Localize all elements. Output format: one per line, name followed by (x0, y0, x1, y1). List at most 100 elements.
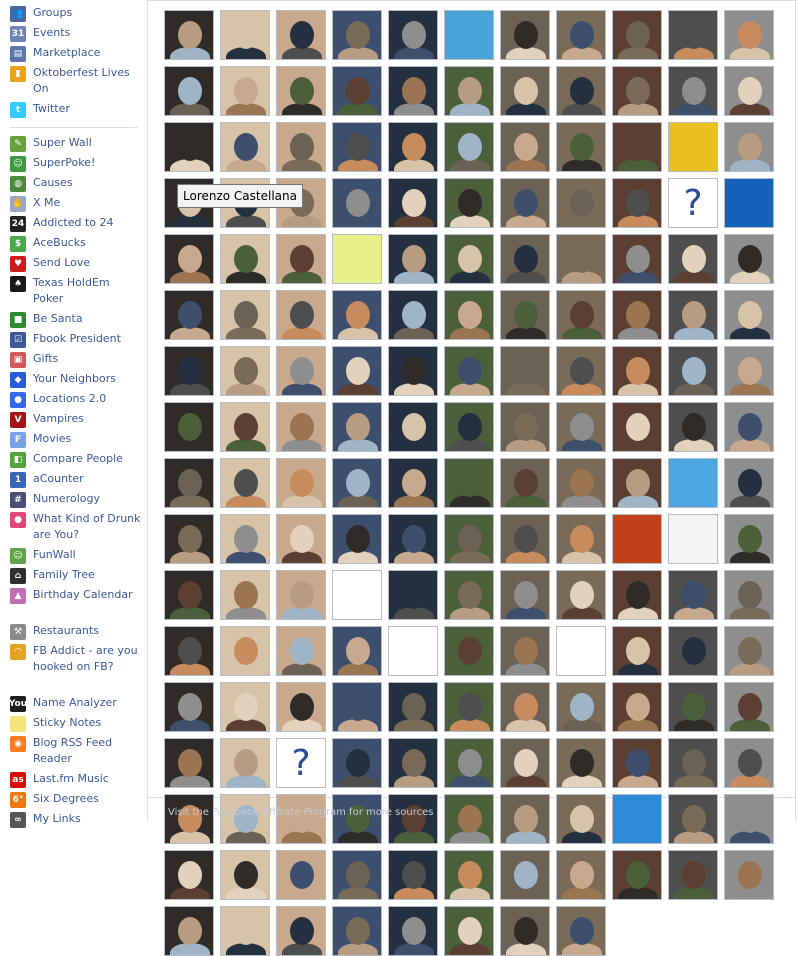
friend-photo[interactable] (556, 738, 606, 788)
friend-photo[interactable] (332, 626, 382, 676)
friend-photo[interactable] (724, 66, 774, 116)
friend-photo[interactable] (164, 738, 214, 788)
friend-photo[interactable] (444, 570, 494, 620)
friend-photo[interactable] (220, 234, 270, 284)
friend-photo-graphic[interactable] (332, 570, 382, 620)
friend-photo[interactable] (500, 850, 550, 900)
friend-photo[interactable] (556, 234, 606, 284)
friend-photo-graphic[interactable] (332, 234, 382, 284)
friend-photo[interactable] (556, 794, 606, 844)
friend-photo[interactable] (220, 122, 270, 172)
friend-photo[interactable] (556, 10, 606, 60)
friend-photo[interactable] (612, 626, 662, 676)
friend-photo[interactable] (388, 906, 438, 956)
friend-photo[interactable] (500, 122, 550, 172)
friend-photo[interactable] (724, 458, 774, 508)
friend-photo[interactable] (164, 290, 214, 340)
friend-photo[interactable] (388, 290, 438, 340)
friend-photo[interactable] (668, 794, 718, 844)
friend-photo[interactable] (388, 122, 438, 172)
friend-photo[interactable] (444, 458, 494, 508)
friend-photo[interactable] (724, 290, 774, 340)
friend-photo[interactable] (164, 682, 214, 732)
friend-photo[interactable] (500, 290, 550, 340)
friend-photo[interactable] (164, 626, 214, 676)
friend-photo[interactable] (332, 514, 382, 564)
friend-photo[interactable] (388, 570, 438, 620)
friend-photo[interactable] (276, 122, 326, 172)
friend-photo[interactable] (276, 10, 326, 60)
friend-photo[interactable] (612, 178, 662, 228)
friend-photo[interactable] (556, 66, 606, 116)
friend-photo[interactable] (556, 122, 606, 172)
friend-photo[interactable] (220, 514, 270, 564)
friend-photo[interactable] (388, 794, 438, 844)
friend-photo[interactable] (612, 290, 662, 340)
friend-photo-graphic[interactable]: ? (668, 178, 718, 228)
friend-photo[interactable] (388, 402, 438, 452)
friend-photo[interactable] (444, 682, 494, 732)
friend-photo[interactable] (444, 346, 494, 396)
friend-photo[interactable] (556, 850, 606, 900)
friend-photo[interactable] (388, 66, 438, 116)
friend-photo[interactable] (500, 738, 550, 788)
friend-photo[interactable] (612, 122, 662, 172)
friend-photo[interactable] (220, 10, 270, 60)
friend-photo-graphic[interactable] (668, 122, 718, 172)
friend-photo[interactable] (220, 346, 270, 396)
friend-photo[interactable] (332, 178, 382, 228)
friend-photo[interactable] (276, 458, 326, 508)
friend-photo[interactable] (220, 794, 270, 844)
friend-photo[interactable] (556, 682, 606, 732)
friend-photo[interactable] (668, 402, 718, 452)
friend-photo[interactable] (500, 906, 550, 956)
friend-photo[interactable] (332, 402, 382, 452)
friend-photo[interactable] (276, 794, 326, 844)
friend-photo[interactable] (444, 626, 494, 676)
friend-photo[interactable] (444, 794, 494, 844)
friend-photo[interactable] (220, 906, 270, 956)
friend-photo[interactable] (500, 402, 550, 452)
friend-photo[interactable] (276, 346, 326, 396)
friend-photo[interactable] (500, 514, 550, 564)
friend-photo-graphic[interactable] (388, 626, 438, 676)
friend-photo[interactable] (612, 850, 662, 900)
friend-photo[interactable] (668, 234, 718, 284)
friend-photo[interactable] (556, 290, 606, 340)
friend-photo-graphic[interactable] (724, 178, 774, 228)
friend-photo[interactable] (724, 682, 774, 732)
friend-photo[interactable] (500, 626, 550, 676)
friend-photo[interactable] (556, 906, 606, 956)
friend-photo[interactable] (332, 346, 382, 396)
friend-photo[interactable] (220, 290, 270, 340)
friend-photo[interactable] (332, 66, 382, 116)
friend-photo[interactable] (164, 850, 214, 900)
friend-photo[interactable] (220, 402, 270, 452)
friend-photo[interactable] (444, 290, 494, 340)
friend-photo[interactable] (444, 738, 494, 788)
friend-photo[interactable] (556, 570, 606, 620)
friend-photo[interactable] (164, 514, 214, 564)
friend-photo[interactable] (388, 850, 438, 900)
friend-photo[interactable] (612, 570, 662, 620)
friend-photo[interactable] (164, 906, 214, 956)
friend-photo[interactable] (556, 346, 606, 396)
friend-photo[interactable] (332, 850, 382, 900)
friend-photo[interactable] (164, 794, 214, 844)
friend-photo[interactable] (724, 738, 774, 788)
friend-photo[interactable] (444, 514, 494, 564)
friend-photo[interactable] (724, 346, 774, 396)
friend-photo[interactable] (388, 514, 438, 564)
friend-photo[interactable] (556, 402, 606, 452)
friend-photo[interactable] (444, 402, 494, 452)
friend-photo[interactable] (668, 570, 718, 620)
friend-photo[interactable] (444, 178, 494, 228)
friend-photo[interactable] (500, 346, 550, 396)
friend-photo-graphic[interactable] (668, 514, 718, 564)
friend-photo[interactable] (668, 682, 718, 732)
friend-photo[interactable] (444, 850, 494, 900)
friend-photo[interactable] (164, 346, 214, 396)
friend-photo[interactable] (500, 570, 550, 620)
friend-photo[interactable] (668, 290, 718, 340)
friend-photo[interactable] (500, 794, 550, 844)
